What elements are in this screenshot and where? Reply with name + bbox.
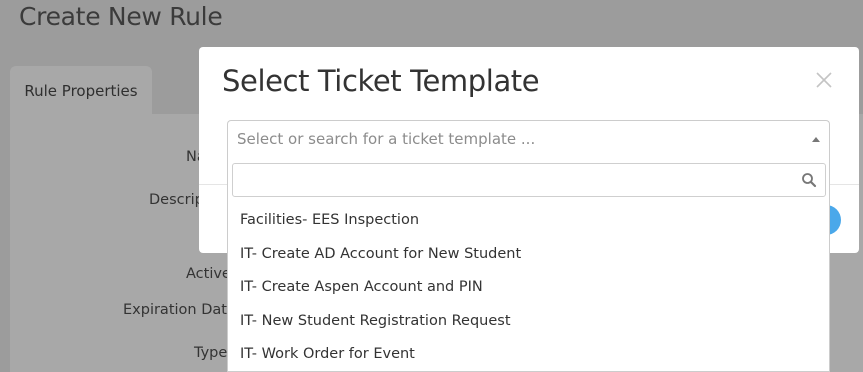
ticket-template-select[interactable]: Select or search for a ticket template .…	[227, 120, 830, 157]
dropdown-option[interactable]: Facilities- EES Inspection	[228, 203, 829, 236]
tab-label: Rule Properties	[24, 81, 138, 100]
search-field	[232, 163, 826, 197]
name-label: Na	[186, 149, 199, 165]
dropdown-option[interactable]: IT- Create AD Account for New Student	[228, 237, 829, 270]
type-label: Type	[194, 345, 228, 361]
tab-rule-properties[interactable]: Rule Properties	[10, 66, 152, 115]
page-title: Create New Rule	[19, 2, 223, 31]
description-label: Descrip	[149, 192, 199, 208]
search-input[interactable]	[233, 164, 793, 196]
ticket-template-dropdown: Facilities- EES Inspection IT- Create AD…	[227, 157, 830, 372]
expiration-date-label: Expiration Date	[123, 302, 236, 318]
close-icon[interactable]	[813, 69, 835, 91]
modal-title: Select Ticket Template	[222, 64, 540, 98]
active-label: Active	[186, 266, 231, 282]
dropdown-option[interactable]: IT- New Student Registration Request	[228, 304, 829, 337]
chevron-up-icon	[812, 137, 820, 142]
search-icon	[801, 172, 817, 188]
dropdown-option[interactable]: IT- Work Order for Event	[228, 337, 829, 370]
select-placeholder: Select or search for a ticket template .…	[237, 130, 536, 148]
dropdown-option[interactable]: IT- Create Aspen Account and PIN	[228, 270, 829, 303]
